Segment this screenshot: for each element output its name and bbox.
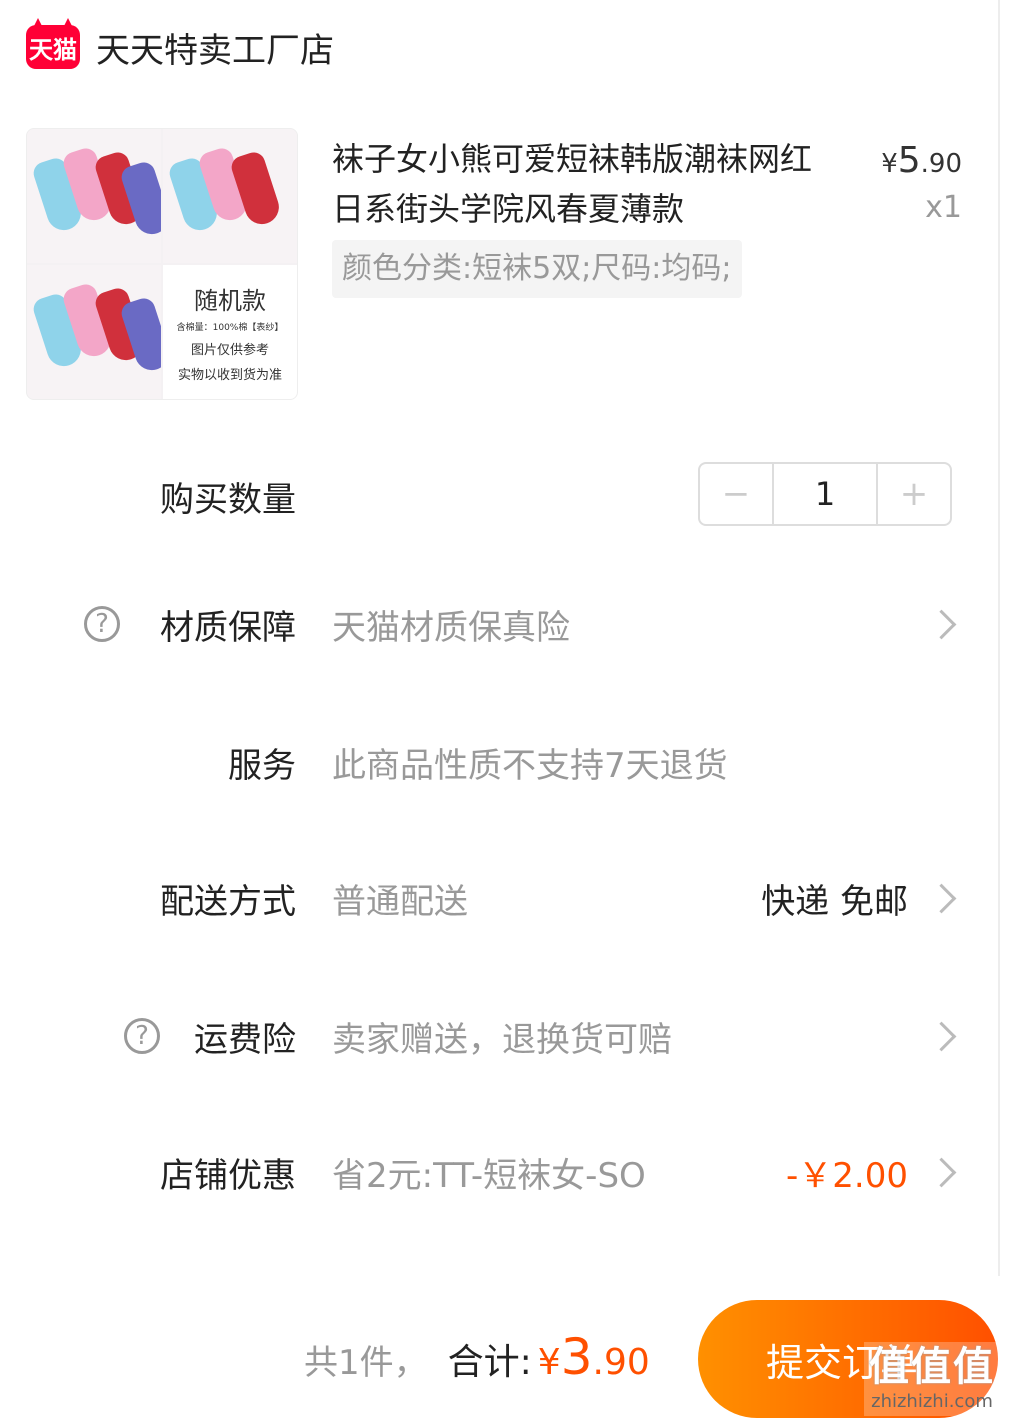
store-discount-label: 店铺优惠 xyxy=(160,1155,296,1196)
product-quantity: x1 xyxy=(925,190,962,225)
store-discount-amount: -￥2.00 xyxy=(786,1155,908,1196)
help-icon[interactable]: ? xyxy=(124,1018,160,1054)
quantity-input[interactable]: 1 xyxy=(772,464,878,524)
site-watermark: 值值值 zhizhizhi.com xyxy=(864,1342,1000,1416)
shop-header[interactable]: 天猫 天天特卖工厂店 xyxy=(26,22,334,72)
delivery-value: 普通配送 xyxy=(332,881,468,922)
chevron-right-icon xyxy=(926,1021,957,1051)
price-currency: ¥ xyxy=(881,149,898,179)
total-label: 合计: xyxy=(447,1342,532,1383)
delivery-row[interactable]: 配送方式 普通配送 快递 免邮 xyxy=(0,858,1014,938)
product-image-tile xyxy=(27,129,161,263)
product-image-tile xyxy=(163,129,297,263)
quantity-label: 购买数量 xyxy=(160,479,296,520)
tmall-logo-icon: 天猫 xyxy=(26,25,80,69)
service-value: 此商品性质不支持7天退货 xyxy=(332,745,728,786)
product-image-note: 随机款 含棉量：100%棉【表纱】 图片仅供参考 实物以收到货为准 xyxy=(163,265,297,399)
chevron-right-icon xyxy=(926,1157,957,1187)
material-guarantee-value: 天猫材质保真险 xyxy=(332,607,570,648)
product-price: ¥5.90 xyxy=(881,140,962,181)
watermark-logo: 值值值 xyxy=(869,1344,995,1390)
price-decimal: .90 xyxy=(920,149,962,179)
material-guarantee-row[interactable]: ? 材质保障 天猫材质保真险 xyxy=(0,584,1014,664)
order-summary: 共1件， 合计: ¥3.90 xyxy=(304,1328,650,1386)
chevron-right-icon xyxy=(926,883,957,913)
store-discount-value: 省2元:TT-短袜女-SO xyxy=(332,1155,646,1196)
store-discount-row[interactable]: 店铺优惠 省2元:TT-短袜女-SO -￥2.00 xyxy=(0,1132,1014,1212)
image-note-line: 含棉量：100%棉【表纱】 xyxy=(176,323,284,333)
help-icon[interactable]: ? xyxy=(84,606,120,642)
product-sku[interactable]: 颜色分类:短袜5双;尺码:均码; xyxy=(332,240,742,298)
shop-name[interactable]: 天天特卖工厂店 xyxy=(96,23,334,72)
watermark-url: zhizhizhi.com xyxy=(871,1391,993,1412)
chevron-right-icon xyxy=(926,609,957,639)
increase-button[interactable]: + xyxy=(878,464,950,524)
quantity-stepper[interactable]: − 1 + xyxy=(698,462,952,526)
decrease-button[interactable]: − xyxy=(700,464,772,524)
shipping-insurance-row[interactable]: ? 运费险 卖家赠送，退换货可赔 xyxy=(0,996,1014,1076)
image-note-line: 实物以收到货为准 xyxy=(177,368,282,383)
delivery-label: 配送方式 xyxy=(160,881,296,922)
image-note-line: 随机款 xyxy=(194,287,266,315)
delivery-fee: 快递 免邮 xyxy=(761,881,908,922)
product-image-tile xyxy=(27,265,161,399)
shipping-insurance-value: 卖家赠送，退换货可赔 xyxy=(332,1019,672,1060)
total-decimal: .90 xyxy=(592,1342,650,1383)
shipping-insurance-label: 运费险 xyxy=(194,1019,296,1060)
item-count: 共1件， xyxy=(304,1343,428,1383)
price-integer: 5 xyxy=(897,140,921,181)
image-note-line: 图片仅供参考 xyxy=(190,343,269,358)
material-guarantee-label: 材质保障 xyxy=(160,607,296,648)
product-title[interactable]: 袜子女小熊可爱短袜韩版潮袜网红日系街头学院风春夏薄款 xyxy=(332,134,812,234)
product-image[interactable]: 随机款 含棉量：100%棉【表纱】 图片仅供参考 实物以收到货为准 xyxy=(26,128,298,400)
service-label: 服务 xyxy=(228,745,296,786)
total-currency: ¥ xyxy=(537,1342,561,1383)
total-integer: 3 xyxy=(560,1328,593,1386)
service-row: 服务 此商品性质不支持7天退货 xyxy=(0,722,1014,802)
